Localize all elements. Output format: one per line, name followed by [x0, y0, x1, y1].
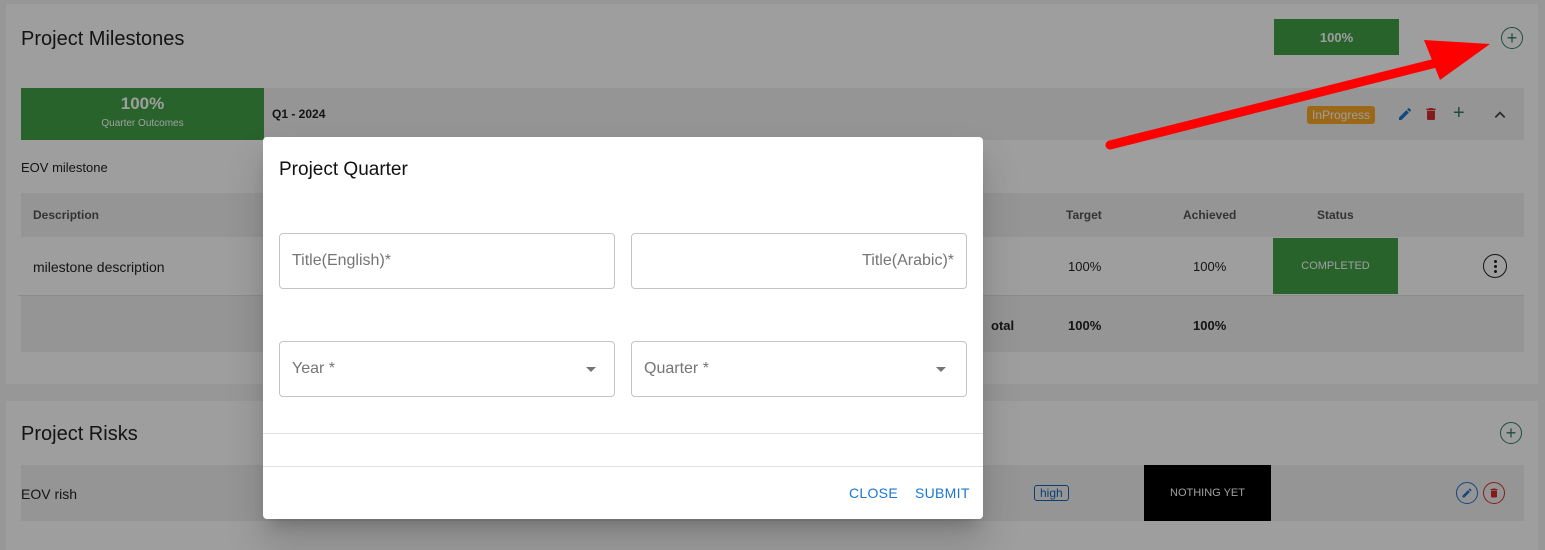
year-placeholder: Year * — [292, 360, 335, 377]
year-select[interactable]: Year * — [279, 341, 615, 397]
submit-button[interactable]: SUBMIT — [915, 485, 970, 501]
title-arabic-input[interactable]: Title(Arabic)* — [631, 233, 967, 289]
dialog-actions-divider — [263, 466, 983, 467]
title-english-input[interactable]: Title(English)* — [279, 233, 615, 289]
quarter-select[interactable]: Quarter * — [631, 341, 967, 397]
quarter-dropdown-caret-icon — [936, 366, 946, 372]
dialog-divider — [263, 433, 983, 434]
project-quarter-dialog: Project Quarter Title(English)* Title(Ar… — [263, 137, 983, 519]
title-arabic-placeholder: Title(Arabic)* — [862, 252, 954, 269]
year-dropdown-caret-icon — [586, 366, 596, 372]
title-english-placeholder: Title(English)* — [292, 252, 391, 269]
quarter-placeholder: Quarter * — [644, 360, 709, 377]
dialog-title: Project Quarter — [279, 159, 408, 180]
close-button[interactable]: CLOSE — [849, 485, 898, 501]
